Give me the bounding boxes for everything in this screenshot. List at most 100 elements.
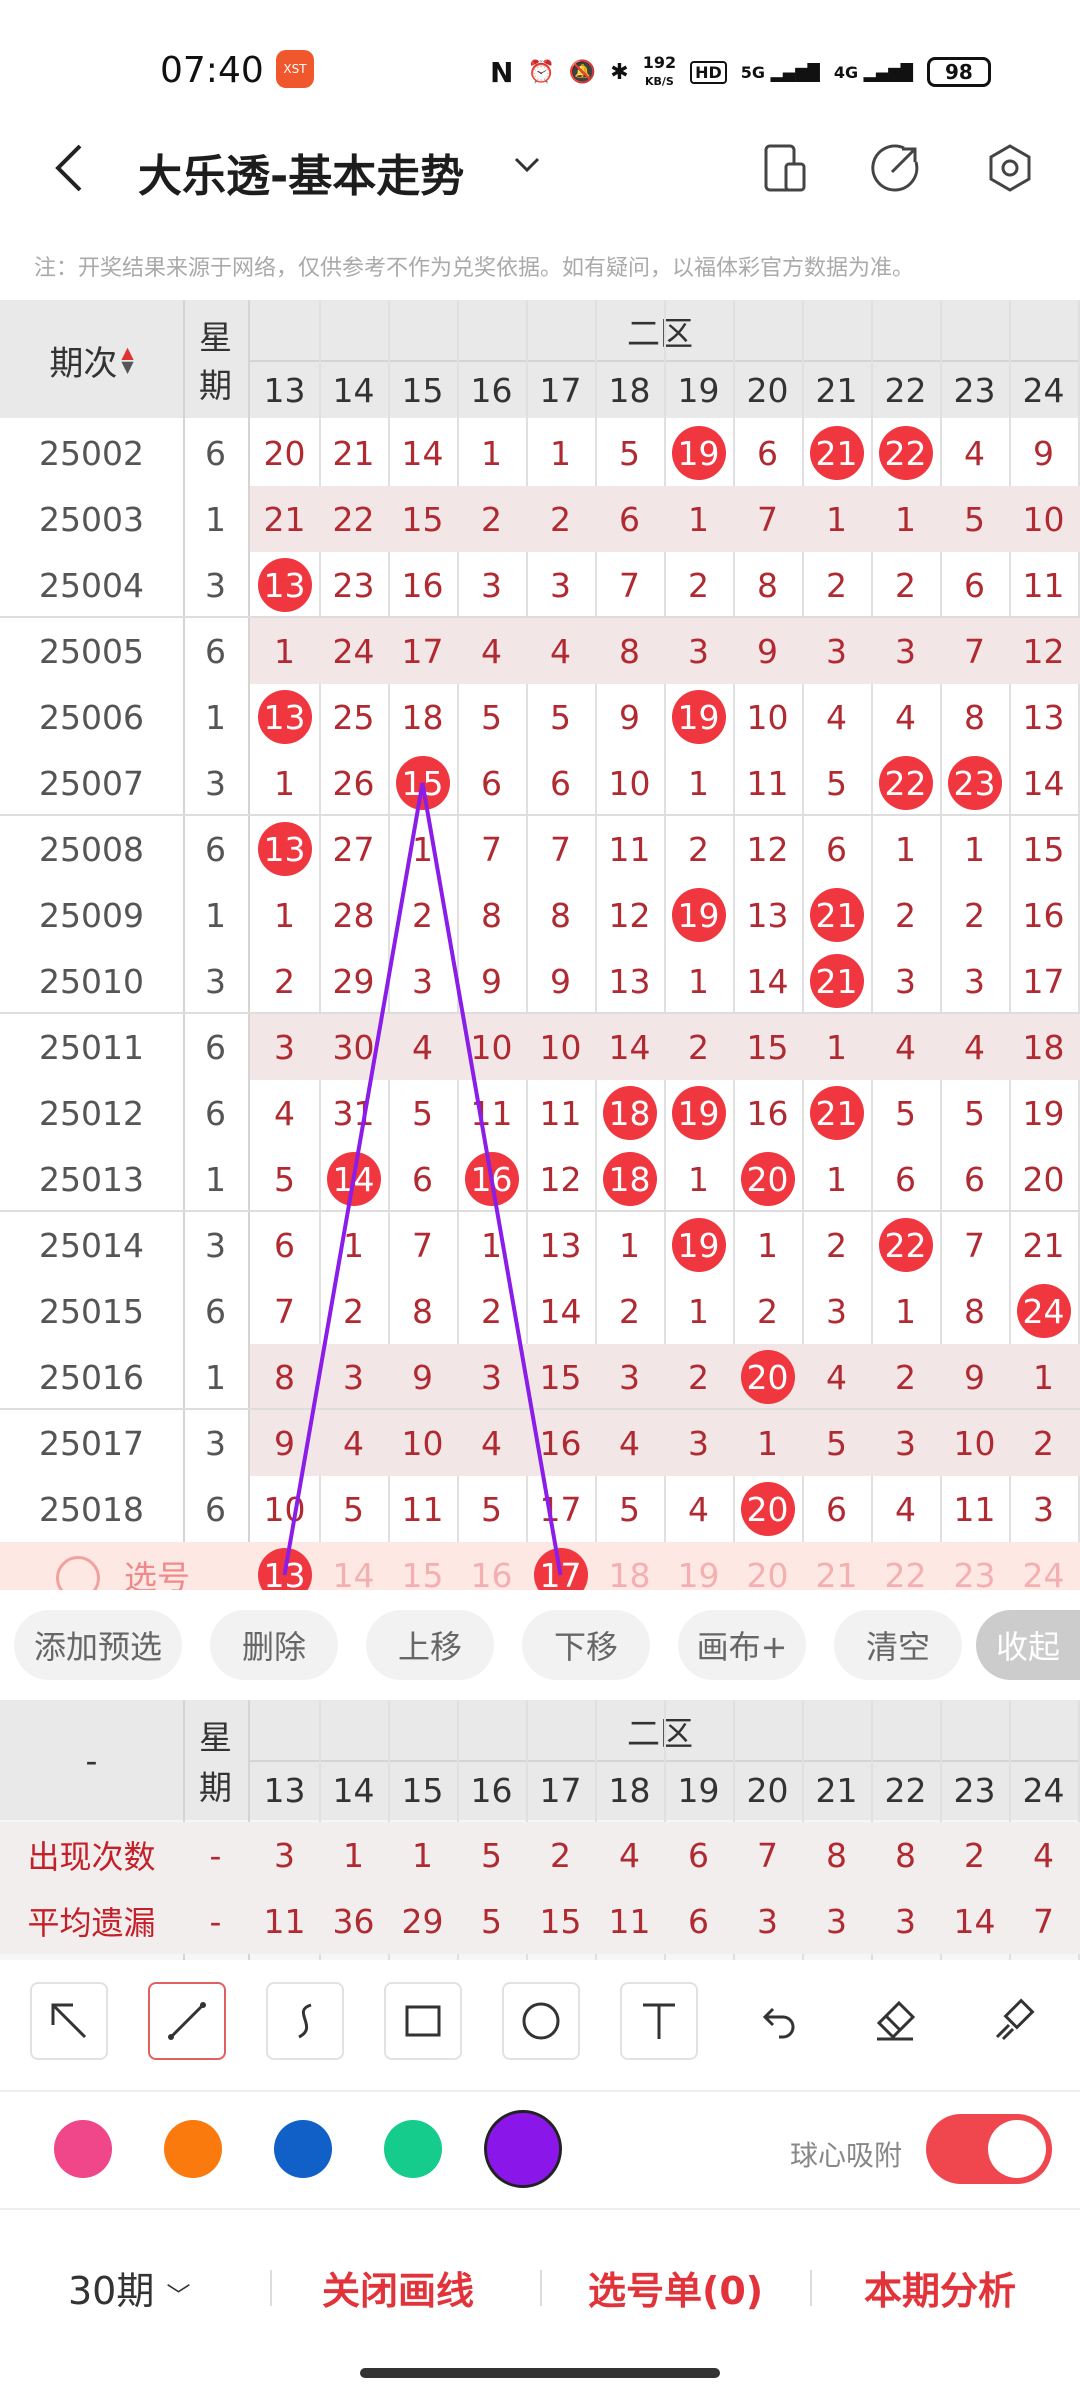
stats-column-header: 17 — [539, 1770, 582, 1810]
bluetooth-icon: ✱ — [610, 59, 629, 85]
stats-value: 3 — [274, 1835, 295, 1875]
stats-value: 5 — [481, 1835, 502, 1875]
collapse-button[interactable]: 收起 — [976, 1610, 1080, 1680]
mute-icon: 🔕 — [568, 59, 597, 85]
stats-value: 7 — [1033, 1901, 1054, 1941]
stats-column-header: 21 — [815, 1770, 858, 1810]
page-title[interactable]: 大乐透-基本走势 — [138, 140, 464, 204]
divider — [540, 2270, 542, 2306]
stats-first-header: - — [85, 1740, 98, 1780]
stats-row: 平均遗漏 - 11 36 29 5 15 11 6 3 3 3 14 7 — [0, 1888, 1080, 1954]
stats-label: 出现次数 — [27, 1838, 156, 1876]
alarm-icon: ⏰ — [527, 59, 555, 85]
phone-layout-icon[interactable] — [756, 140, 812, 196]
move-down-button[interactable]: 下移 — [522, 1610, 650, 1680]
stats-label: 平均遗漏 — [27, 1904, 156, 1942]
close-drawing-button[interactable]: 关闭画线 — [322, 2260, 474, 2315]
stats-column-header: 14 — [332, 1770, 375, 1810]
hd-icon: HD — [690, 60, 727, 84]
back-arrow-icon[interactable] — [50, 140, 100, 200]
pick-list-button[interactable]: 选号单(0) — [588, 2260, 763, 2315]
home-indicator — [360, 2368, 720, 2378]
stats-column-header: 16 — [470, 1770, 513, 1810]
add-preselect-button[interactable]: 添加预选 — [14, 1610, 182, 1680]
stats-column-header: 24 — [1022, 1770, 1065, 1810]
stats-value: 2 — [550, 1835, 571, 1875]
action-bar: 添加预选 删除 上移 下移 画布+ 清空 收起 — [0, 1600, 1080, 1690]
stats-column-header: 15 — [401, 1770, 444, 1810]
divider — [270, 2270, 272, 2306]
period-select[interactable]: 30期 ﹀ — [68, 2260, 190, 2315]
stats-value: 3 — [826, 1901, 847, 1941]
stats-value: 5 — [481, 1901, 502, 1941]
signal-4g-icon: 4G ▂▄▆█ — [833, 62, 913, 82]
stats-column-header: 22 — [884, 1770, 927, 1810]
stats-table: - 星 期 二区 13 14 15 16 17 18 19 20 21 22 23 24 出现次数 -3… — [0, 1700, 1080, 1960]
stats-column-header: 23 — [953, 1770, 996, 1810]
period-analysis-button[interactable]: 本期分析 — [864, 2260, 1016, 2315]
stats-value: 14 — [953, 1901, 996, 1941]
stats-column-header: 20 — [746, 1770, 789, 1810]
stats-weekday: - — [209, 1835, 222, 1875]
disclaimer-notice: 注：开奖结果来源于网络，仅供参考不作为兑奖依据。如有疑问，以福体彩官方数据为准。 — [34, 256, 915, 281]
status-icons: N ⏰ 🔕 ✱ 192 KB/S HD 5G ▂▄▆█ 4G ▂▄▆█ 98 — [490, 52, 991, 92]
stats-value: 1 — [412, 1835, 433, 1875]
eraser-icon[interactable] — [856, 1982, 934, 2060]
stats-value: 2 — [964, 1835, 985, 1875]
stats-value: 1 — [343, 1835, 364, 1875]
stats-column-header: 19 — [677, 1770, 720, 1810]
drawn-lines — [282, 782, 563, 1576]
snap-toggle[interactable] — [926, 2114, 1052, 2184]
circle-tool-icon[interactable] — [502, 1982, 580, 2060]
curve-tool-icon[interactable] — [266, 1982, 344, 2060]
move-up-button[interactable]: 上移 — [366, 1610, 494, 1680]
arrow-tool-icon[interactable] — [30, 1982, 108, 2060]
signal-5g-icon: 5G ▂▄▆█ — [740, 62, 820, 82]
drawing-toolbar — [0, 1970, 1080, 2085]
clear-button[interactable]: 清空 — [834, 1610, 962, 1680]
share-icon[interactable] — [868, 140, 924, 196]
app-notification-icon: XST — [276, 50, 314, 88]
green-color-swatch[interactable] — [384, 2120, 442, 2178]
stats-weekday-header-1: 星 — [199, 1718, 232, 1757]
line-tool-icon[interactable] — [148, 1982, 226, 2060]
toggle-knob — [988, 2120, 1046, 2178]
stats-value: 36 — [332, 1901, 375, 1941]
clear-brush-icon[interactable] — [974, 1982, 1052, 2060]
stats-value: 4 — [1033, 1835, 1054, 1875]
stats-value: 11 — [608, 1901, 651, 1941]
stats-column-header: 13 — [263, 1770, 306, 1810]
divider — [810, 2270, 812, 2306]
stats-value: 3 — [895, 1901, 916, 1941]
battery-icon: 98 — [926, 57, 991, 87]
settings-icon[interactable] — [982, 140, 1038, 196]
stats-value: 6 — [688, 1901, 709, 1941]
bottom-bar: 30期 ﹀ 关闭画线 选号单(0) 本期分析 — [0, 2215, 1080, 2350]
stats-row: 出现次数 - 3 1 1 5 2 4 6 7 8 8 2 4 — [0, 1822, 1080, 1888]
stats-value: 15 — [539, 1901, 582, 1941]
text-tool-icon[interactable] — [620, 1982, 698, 2060]
blue-color-swatch[interactable] — [274, 2120, 332, 2178]
status-time: 07:40 — [160, 50, 264, 91]
stats-value: 29 — [401, 1901, 444, 1941]
stats-value: 4 — [619, 1835, 640, 1875]
canvas-plus-button[interactable]: 画布+ — [678, 1610, 806, 1680]
orange-color-swatch[interactable] — [164, 2120, 222, 2178]
stats-value: 8 — [895, 1835, 916, 1875]
purple-color-swatch[interactable] — [484, 2110, 562, 2188]
trend-grid: 期次 ▲ ▼ 星 期 二区 13 14 15 16 17 18 19 20 21 22 23 24 25… — [0, 300, 1080, 1590]
stats-weekday-header-2: 期 — [199, 1768, 232, 1807]
net-speed: 192 KB/S — [642, 53, 677, 88]
app-header: 大乐透-基本走势 — [0, 120, 1080, 220]
stats-value: 11 — [263, 1901, 306, 1941]
rectangle-tool-icon[interactable] — [384, 1982, 462, 2060]
delete-button[interactable]: 删除 — [210, 1610, 338, 1680]
stats-column-header: 18 — [608, 1770, 651, 1810]
chevron-down-icon: ﹀ — [166, 2282, 191, 2310]
undo-icon[interactable] — [738, 1982, 816, 2060]
stats-value: 8 — [826, 1835, 847, 1875]
stats-value: 3 — [757, 1901, 778, 1941]
stats-zone-label: 二区 — [627, 1714, 693, 1753]
pink-color-swatch[interactable] — [54, 2120, 112, 2178]
chevron-down-icon[interactable] — [510, 148, 544, 190]
